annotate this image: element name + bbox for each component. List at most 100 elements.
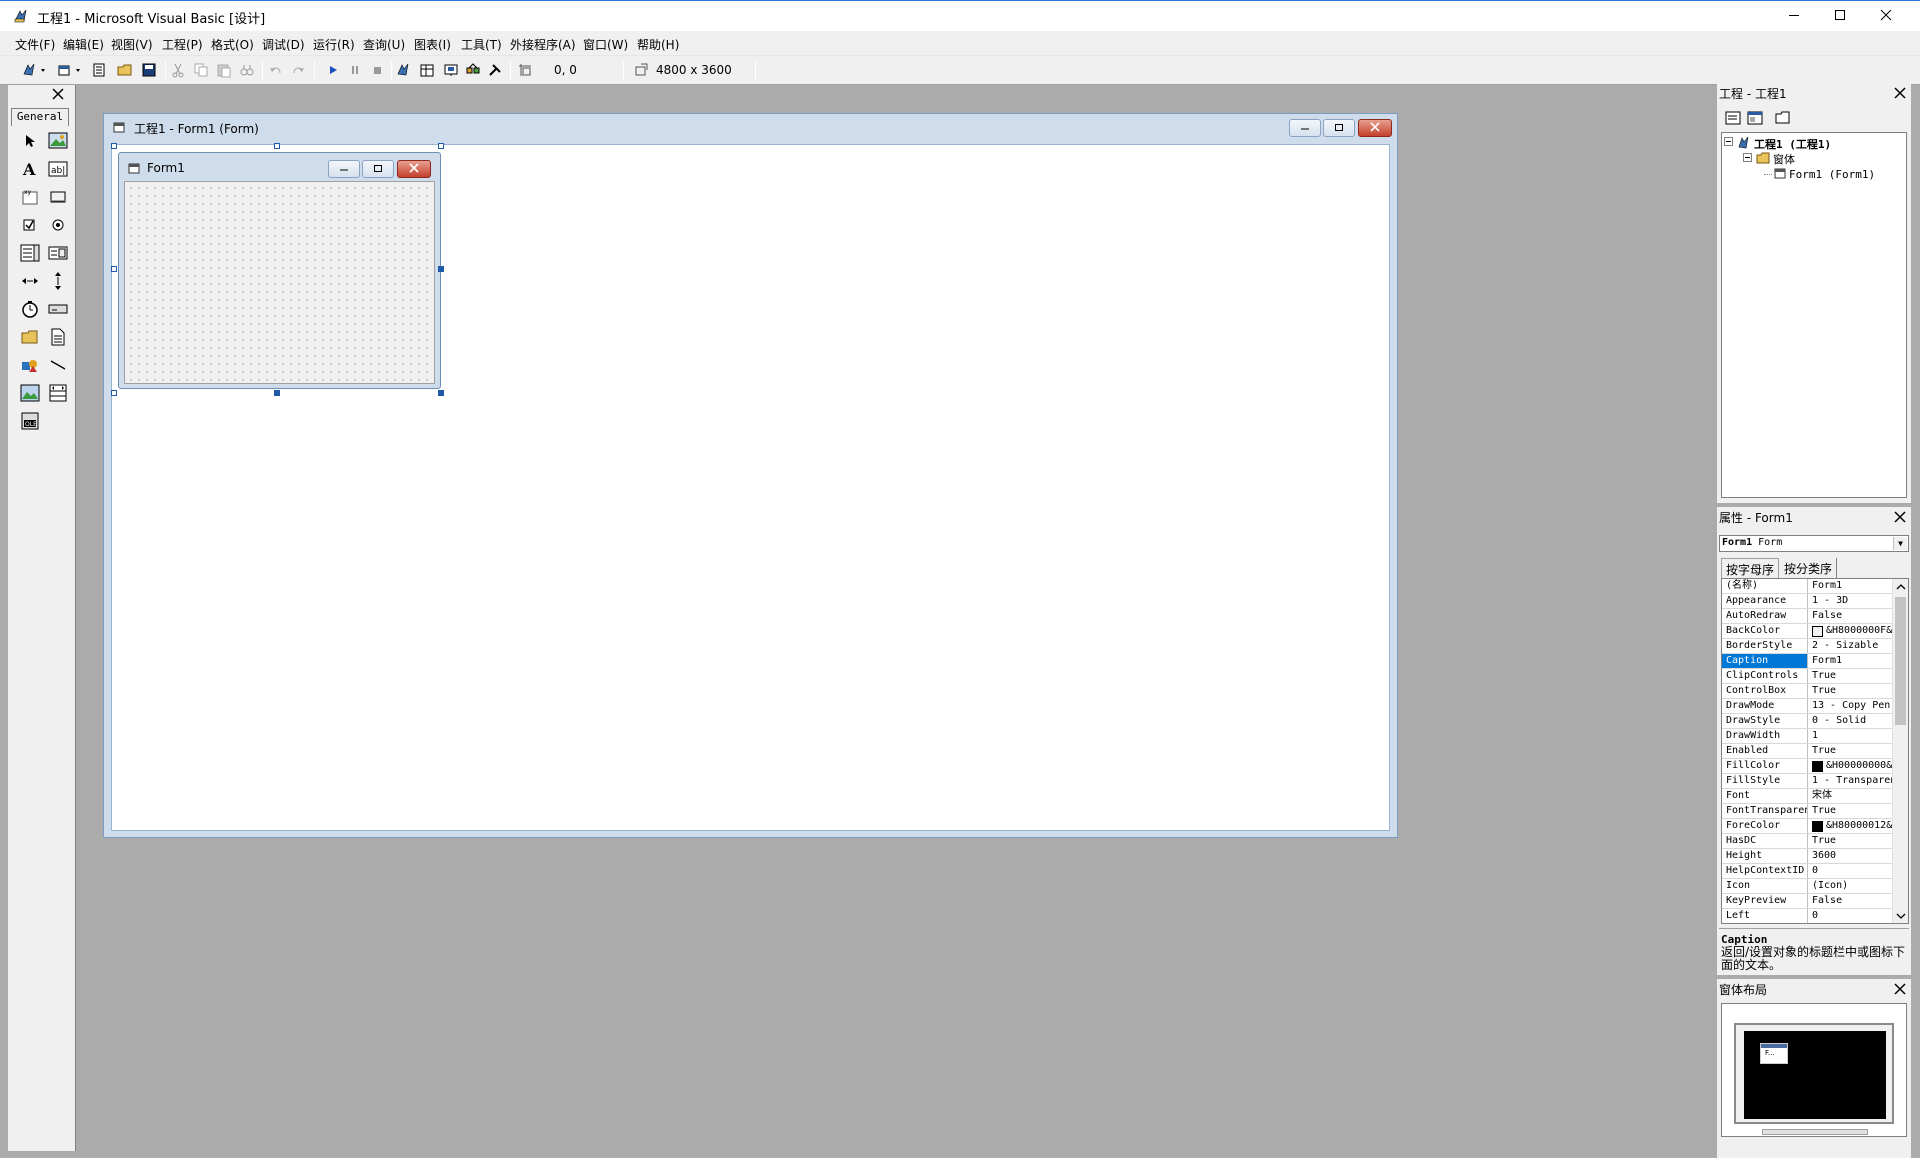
tool-pointer[interactable]	[18, 130, 42, 154]
menu-window[interactable]: 窗口(W)	[583, 36, 628, 53]
property-row[interactable]: Icon (Icon)	[1722, 879, 1892, 894]
property-row[interactable]: DrawWidth 1	[1722, 729, 1892, 744]
property-row[interactable]: ControlBox True	[1722, 684, 1892, 699]
add-form-button[interactable]	[55, 61, 85, 81]
view-code-button[interactable]	[1723, 110, 1743, 128]
property-value[interactable]: False	[1809, 609, 1892, 623]
project-explorer-button[interactable]	[394, 61, 414, 81]
property-value[interactable]: 0	[1809, 864, 1892, 878]
menu-help[interactable]: 帮助(H)	[637, 36, 679, 53]
toolbox-tab-general[interactable]: General	[11, 108, 69, 126]
cut-button[interactable]	[168, 61, 188, 81]
property-row[interactable]: ClipControls True	[1722, 669, 1892, 684]
property-row[interactable]: (名称) Form1	[1722, 579, 1892, 594]
tool-checkbox[interactable]	[18, 214, 42, 238]
tab-alphabetic[interactable]: 按字母序	[1721, 558, 1780, 578]
property-row[interactable]: FillStyle 1 - Transparent	[1722, 774, 1892, 789]
properties-window-button[interactable]	[417, 61, 437, 81]
property-value[interactable]: (Icon)	[1809, 879, 1892, 893]
collapse-icon[interactable]	[1724, 137, 1734, 150]
copy-button[interactable]	[191, 61, 211, 81]
find-button[interactable]	[237, 61, 257, 81]
maximize-button[interactable]	[1817, 1, 1863, 31]
menu-format[interactable]: 格式(O)	[211, 36, 254, 53]
form-position-preview[interactable]: F...	[1760, 1043, 1788, 1064]
tool-combobox[interactable]	[18, 242, 42, 266]
property-value[interactable]: True	[1809, 684, 1892, 698]
close-button[interactable]	[1863, 1, 1909, 31]
property-row[interactable]: Font 宋体	[1722, 789, 1892, 804]
menu-view[interactable]: 视图(V)	[111, 36, 153, 53]
object-browser-button[interactable]	[463, 61, 483, 81]
add-project-button[interactable]	[20, 61, 50, 81]
property-value[interactable]: 1	[1809, 729, 1892, 743]
property-row[interactable]: FillColor &H00000000&	[1722, 759, 1892, 774]
properties-close-button[interactable]	[1892, 509, 1908, 525]
menu-edit[interactable]: 编辑(E)	[63, 36, 104, 53]
property-value[interactable]: 1 - Transparent	[1809, 774, 1892, 788]
tool-ole[interactable]: OLE	[18, 410, 42, 434]
property-row[interactable]: BorderStyle 2 - Sizable	[1722, 639, 1892, 654]
form-layout-button[interactable]	[441, 61, 461, 81]
property-value[interactable]: 0	[1809, 909, 1892, 923]
tool-drivelistbox[interactable]	[46, 298, 70, 322]
property-row[interactable]: BackColor &H8000000F&	[1722, 624, 1892, 639]
property-value[interactable]: &H00000000&	[1809, 759, 1892, 773]
tool-vscrollbar[interactable]	[46, 270, 70, 294]
tool-commandbutton[interactable]	[46, 186, 70, 210]
property-value[interactable]: 2 - Sizable	[1809, 639, 1892, 653]
tool-optionbutton[interactable]	[46, 214, 70, 238]
property-grid-scrollbar[interactable]	[1892, 579, 1908, 923]
property-row[interactable]: FontTransparent True	[1722, 804, 1892, 819]
property-value[interactable]: 宋体	[1809, 789, 1892, 803]
open-button[interactable]	[115, 61, 135, 81]
property-row[interactable]: Enabled True	[1722, 744, 1892, 759]
undo-button[interactable]	[266, 61, 286, 81]
form1-design-surface[interactable]: Form1	[118, 152, 441, 389]
collapse-icon[interactable]	[1743, 152, 1753, 166]
resize-handle-se[interactable]	[438, 390, 444, 396]
property-row[interactable]: Left 0	[1722, 909, 1892, 923]
property-value[interactable]: False	[1809, 894, 1892, 908]
menu-run[interactable]: 运行(R)	[313, 36, 355, 53]
tree-node-forms-folder[interactable]: 窗体	[1743, 151, 1795, 167]
menu-file[interactable]: 文件(F)	[15, 36, 55, 53]
property-row[interactable]: KeyPreview False	[1722, 894, 1892, 909]
property-value[interactable]: Form1	[1809, 579, 1892, 593]
property-row[interactable]: Caption Form1	[1722, 654, 1892, 669]
tool-textbox[interactable]: ab|	[46, 158, 70, 182]
scroll-up-icon[interactable]	[1896, 581, 1906, 595]
tool-data[interactable]	[46, 382, 70, 406]
property-row[interactable]: ForeColor &H80000012&	[1722, 819, 1892, 834]
save-button[interactable]	[139, 61, 159, 81]
tree-node-project[interactable]: 工程1 (工程1)	[1724, 135, 1831, 152]
property-row[interactable]: DrawMode 13 - Copy Pen	[1722, 699, 1892, 714]
toolbox-button[interactable]	[485, 61, 505, 81]
toolbox-close-button[interactable]	[50, 86, 66, 102]
form1-grid[interactable]	[124, 181, 435, 384]
tool-filelistbox[interactable]	[46, 326, 70, 350]
property-value[interactable]: True	[1809, 804, 1892, 818]
tab-categorized[interactable]: 按分类序	[1780, 558, 1838, 578]
start-button[interactable]	[323, 61, 343, 81]
form-layout-close-button[interactable]	[1892, 981, 1908, 997]
property-row[interactable]: AutoRedraw False	[1722, 609, 1892, 624]
chevron-down-icon[interactable]: ▼	[1893, 537, 1907, 550]
designer-restore-button[interactable]	[1323, 119, 1355, 137]
property-row[interactable]: Appearance 1 - 3D	[1722, 594, 1892, 609]
designer-titlebar[interactable]: 工程1 - Form1 (Form)	[104, 114, 1397, 140]
tool-listbox[interactable]	[46, 242, 70, 266]
tool-frame[interactable]: xy	[18, 186, 42, 210]
minimize-button[interactable]	[1771, 1, 1817, 31]
end-button[interactable]	[368, 61, 388, 81]
property-value[interactable]: True	[1809, 834, 1892, 848]
resize-handle-s[interactable]	[274, 390, 280, 396]
tool-shape[interactable]	[18, 354, 42, 378]
property-row[interactable]: HasDC True	[1722, 834, 1892, 849]
object-selector[interactable]: Form1 Form ▼	[1719, 535, 1909, 552]
scroll-down-icon[interactable]	[1896, 910, 1906, 923]
break-button[interactable]	[345, 61, 365, 81]
tool-label[interactable]: A	[18, 158, 42, 182]
property-value[interactable]: 3600	[1809, 849, 1892, 863]
designer-close-button[interactable]	[1358, 119, 1392, 137]
